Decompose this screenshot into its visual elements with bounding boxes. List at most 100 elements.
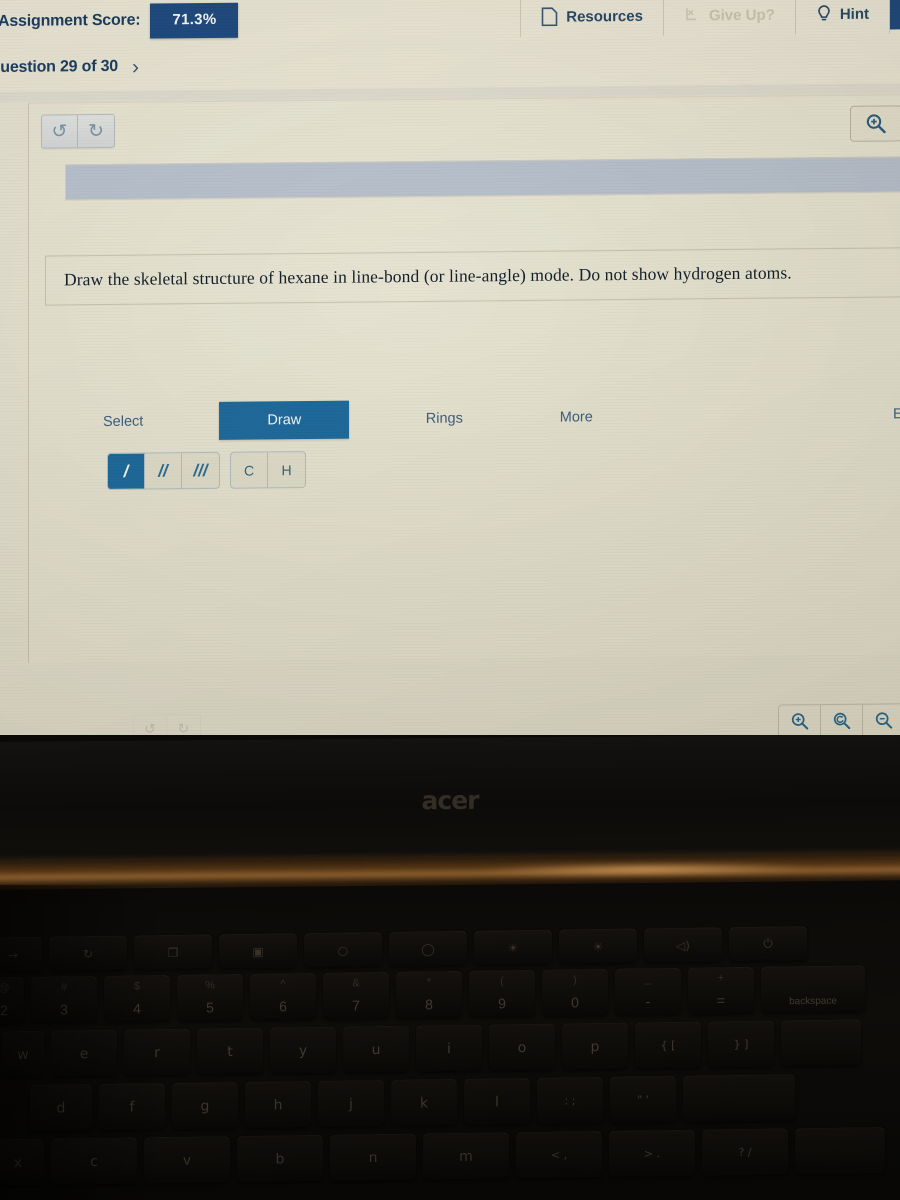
key-x[interactable]: x [0, 1138, 44, 1186]
tab-draw[interactable]: Draw [219, 400, 350, 440]
key-equals[interactable]: + = [688, 966, 754, 1014]
magnify-button[interactable] [850, 105, 900, 142]
key-label: 4 [133, 1000, 141, 1017]
single-bond-button[interactable]: / [108, 453, 145, 489]
key-o[interactable]: o [489, 1023, 555, 1071]
key-b[interactable]: b [237, 1134, 323, 1183]
key-label: : ; [564, 1094, 576, 1108]
key-shift-right[interactable] [795, 1126, 885, 1175]
key-fn[interactable]: → [0, 936, 42, 972]
key-label: u [371, 1041, 381, 1058]
key-bracket-left[interactable]: { [ [635, 1021, 701, 1069]
key-0[interactable]: ) 0 [542, 968, 608, 1016]
key-backslash[interactable] [781, 1019, 861, 1067]
next-question-button[interactable]: › [132, 55, 139, 78]
key-label: l [495, 1093, 499, 1110]
key-period[interactable]: > . [609, 1129, 695, 1177]
key-label: t [227, 1043, 233, 1060]
double-bond-button[interactable]: // [145, 453, 182, 489]
drawing-canvas[interactable] [45, 487, 900, 663]
tab-select[interactable]: Select [89, 402, 157, 441]
key-r[interactable]: r [124, 1028, 190, 1076]
key-d[interactable]: d [30, 1084, 92, 1131]
key-fn[interactable]: ◁) [644, 927, 722, 963]
carbon-atom-button[interactable]: C [231, 452, 268, 488]
submit-button-cutoff[interactable] [890, 0, 900, 30]
key-semicolon[interactable]: : ; [537, 1076, 603, 1124]
key-u[interactable]: u [343, 1025, 409, 1073]
key-slash[interactable]: ? / [702, 1128, 788, 1176]
key-shift-label: % [205, 979, 215, 992]
tab-gap [157, 402, 219, 441]
key-i[interactable]: i [416, 1024, 482, 1072]
key-4[interactable]: $ 4 [104, 974, 170, 1022]
tab-more[interactable]: More [543, 398, 609, 437]
key-enter[interactable] [683, 1074, 795, 1122]
key-comma[interactable]: < , [516, 1130, 602, 1179]
tab-rings[interactable]: Rings [411, 399, 477, 438]
keyboard-number-row: @ 2 # 3 $ 4 % 5 ^ 6 & 7 * 8 (9) 0 _ - … [0, 964, 900, 1024]
key-shift-label: + [717, 972, 725, 985]
key-f[interactable]: f [99, 1083, 165, 1130]
key-fn[interactable]: ☀ [559, 928, 637, 964]
key-5[interactable]: % 5 [177, 973, 243, 1021]
key-w[interactable]: w [2, 1030, 44, 1078]
key-label: y [298, 1042, 308, 1059]
key-8[interactable]: * 8 [396, 970, 462, 1018]
key-label: ○ [337, 942, 349, 958]
key-6[interactable]: ^ 6 [250, 972, 316, 1020]
key-label: ◯ [421, 941, 435, 956]
key-fn[interactable]: ○ [304, 931, 382, 968]
key-label: n [368, 1149, 378, 1166]
key-h[interactable]: h [245, 1080, 311, 1128]
key-e[interactable]: e [51, 1029, 117, 1077]
key-fn[interactable]: ❐ [134, 934, 212, 970]
zoom-in-button[interactable] [779, 705, 821, 738]
key-label: ☀ [592, 939, 604, 954]
hydrogen-atom-button[interactable]: H [268, 452, 305, 487]
key-l[interactable]: l [464, 1077, 530, 1125]
key-fn[interactable]: ☀ [474, 929, 552, 965]
give-up-button[interactable]: Give Up? [664, 0, 795, 38]
key-m[interactable]: m [423, 1132, 509, 1180]
key-p[interactable]: p [562, 1022, 628, 1070]
key-label: backspace [789, 995, 837, 1008]
canvas-zoom-controls [778, 703, 900, 739]
redo-button[interactable]: ↻ [78, 114, 114, 148]
key-9[interactable]: ( 9 [469, 969, 535, 1017]
resources-button[interactable]: Resources [521, 0, 663, 39]
key-fn[interactable]: ↻ [49, 935, 127, 971]
key-shift-label: # [60, 981, 68, 994]
tab-erase-cutoff[interactable]: E [893, 395, 900, 433]
key-g[interactable]: g [172, 1081, 238, 1129]
key-backspace[interactable]: backspace [761, 965, 865, 1013]
key-fn[interactable]: ◯ [389, 930, 467, 966]
key-label: } ] [733, 1037, 749, 1052]
key-c[interactable]: c [51, 1137, 137, 1185]
zoom-out-button[interactable] [863, 704, 900, 736]
assignment-score-badge: 71.3% [150, 2, 239, 39]
key-3[interactable]: # 3 [31, 975, 97, 1023]
key-label: v [182, 1152, 192, 1169]
key-2[interactable]: @ 2 [0, 976, 24, 1024]
hint-button[interactable]: Hint [796, 0, 889, 36]
key-power[interactable]: ⏻ [729, 926, 807, 962]
key-shift-label: ( [500, 975, 504, 988]
key-t[interactable]: t [197, 1027, 263, 1075]
key-7[interactable]: & 7 [323, 971, 389, 1019]
key-minus[interactable]: _ - [615, 967, 681, 1015]
key-j[interactable]: j [318, 1079, 384, 1127]
triple-bond-button[interactable]: /// [182, 453, 219, 488]
key-v[interactable]: v [144, 1136, 230, 1184]
key-n[interactable]: n [330, 1133, 416, 1181]
key-quote[interactable]: " ' [610, 1075, 676, 1123]
key-k[interactable]: k [391, 1078, 457, 1126]
key-y[interactable]: y [270, 1026, 336, 1074]
zoom-reset-button[interactable] [821, 704, 863, 738]
key-label: ☀ [507, 940, 519, 955]
undo-button[interactable]: ↺ [42, 115, 78, 148]
undo-redo-group: ↺ ↻ [41, 113, 115, 149]
question-counter-label: Question 29 of 30 [0, 57, 118, 77]
key-bracket-right[interactable]: } ] [708, 1020, 774, 1068]
key-fn[interactable]: ▣ [219, 933, 297, 969]
